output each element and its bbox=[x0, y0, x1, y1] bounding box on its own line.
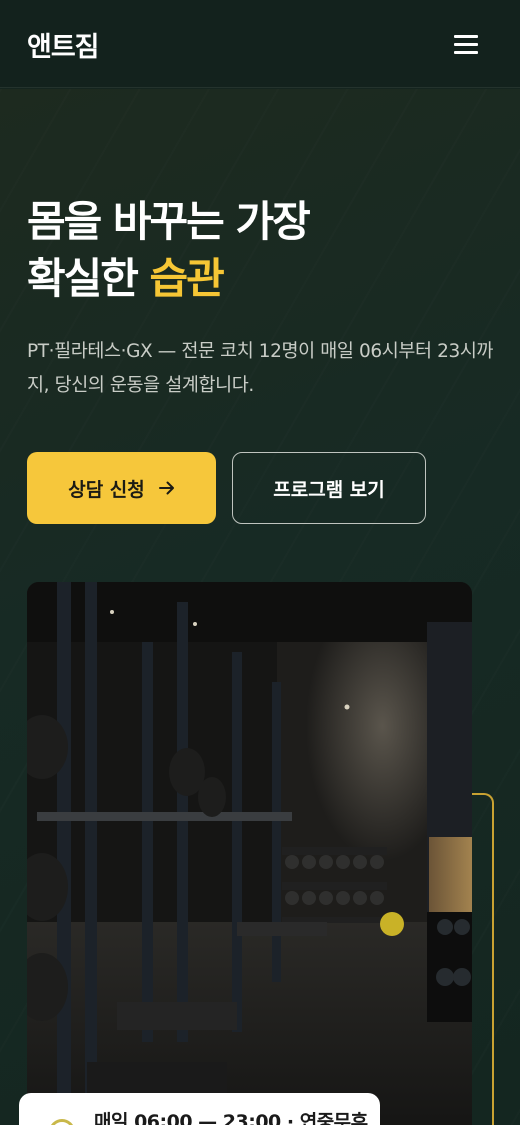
headline-line-1: 몸을 바꾸는 가장 bbox=[27, 197, 311, 246]
arrow-right-icon bbox=[158, 481, 174, 495]
consult-request-button[interactable]: 상담 신청 bbox=[27, 452, 216, 524]
opening-hours-text: 매일 06:00 — 23:00 · 연중무휴 bbox=[94, 1111, 368, 1125]
gym-interior-photo bbox=[27, 582, 472, 1125]
consult-request-label: 상담 신청 bbox=[68, 478, 145, 501]
logo[interactable]: 앤트짐 bbox=[27, 25, 100, 64]
hamburger-menu-icon[interactable] bbox=[452, 30, 482, 58]
hero-headline: 몸을 바꾸는 가장 확실한 습관 bbox=[27, 193, 311, 307]
hero-description: PT·필라테스·GX — 전문 코치 12명이 매일 06시부터 23시까지, … bbox=[27, 341, 494, 396]
clock-icon bbox=[49, 1119, 75, 1125]
top-header: 앤트짐 bbox=[0, 0, 520, 88]
opening-hours-card: 매일 06:00 — 23:00 · 연중무휴 bbox=[19, 1093, 380, 1125]
view-programs-label: 프로그램 보기 bbox=[273, 478, 385, 501]
headline-accent: 습관 bbox=[149, 254, 225, 303]
decorative-gold-frame bbox=[472, 793, 494, 1125]
view-programs-button[interactable]: 프로그램 보기 bbox=[232, 452, 426, 524]
headline-line-2-prefix: 확실한 bbox=[27, 254, 150, 303]
